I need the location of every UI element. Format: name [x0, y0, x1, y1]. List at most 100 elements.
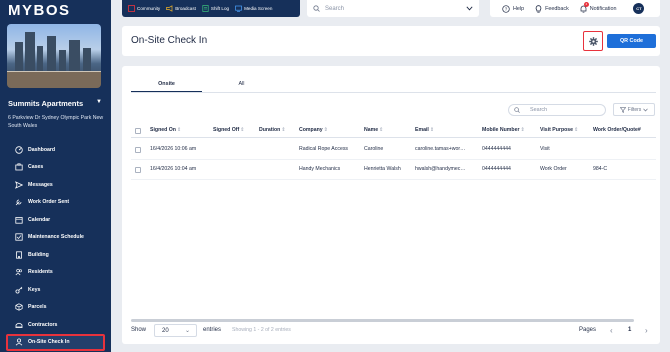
cell-name: Caroline — [364, 146, 384, 152]
sidebar-item-label: Building — [28, 251, 49, 258]
topnav-community[interactable]: Community — [128, 5, 160, 12]
topnav-label: Shift Log — [210, 6, 230, 11]
filters-button[interactable]: Filters — [613, 103, 655, 116]
sidebar-item-label: Work Order Sent — [28, 199, 70, 206]
table-header: Signed On⇕ Signed Off⇕ Duration⇕ Company… — [131, 124, 656, 138]
calendar-icon — [14, 215, 23, 224]
row-checkbox[interactable] — [135, 167, 141, 173]
table-search-input[interactable]: Search — [530, 107, 547, 113]
column-company[interactable]: Company⇕ — [299, 127, 328, 133]
topnav-label: Media Screen — [244, 6, 273, 11]
column-email[interactable]: Email⇕ — [415, 127, 434, 133]
messages-icon — [14, 180, 23, 189]
sidebar: MYBOS Summits Apartments ▼ 6 Parkview Dr… — [0, 0, 111, 352]
sidebar-item-residents[interactable]: Residents — [0, 264, 111, 282]
sidebar-item-maintenance-schedule[interactable]: Maintenance Schedule — [0, 229, 111, 247]
tab-onsite[interactable]: Onsite — [131, 81, 202, 87]
feedback-button[interactable]: Feedback — [535, 4, 569, 13]
column-duration[interactable]: Duration⇕ — [259, 127, 286, 133]
sidebar-item-label: Parcels — [28, 304, 47, 311]
column-signed-on[interactable]: Signed On⇕ — [150, 127, 181, 133]
cell-email: caroline.tamas+wor… — [415, 146, 466, 152]
table-row[interactable]: 16/4/2026 10:06 am Radical Rope Access C… — [131, 140, 656, 160]
notification-label: Notification — [589, 5, 617, 12]
column-work-order[interactable]: Work Order/Quote# — [593, 127, 641, 133]
table-footer: Show 20 ⌄ entries Showing 1 - 2 of 2 ent… — [131, 324, 656, 338]
column-name[interactable]: Name⇕ — [364, 127, 384, 133]
cell-company: Handy Mechanics — [299, 166, 341, 172]
cell-mobile: 0444444444 — [482, 146, 511, 152]
row-checkbox[interactable] — [135, 147, 141, 153]
sidebar-item-building[interactable]: Building — [0, 246, 111, 264]
cell-mobile: 0444444444 — [482, 166, 511, 172]
residents-icon — [14, 268, 23, 277]
topnav-broadcast[interactable]: Broadcast — [166, 5, 196, 12]
current-page[interactable]: 1 — [628, 327, 631, 333]
property-dropdown-icon[interactable]: ▼ — [96, 99, 102, 105]
contractors-icon — [14, 320, 23, 329]
horizontal-scrollbar[interactable] — [131, 319, 634, 322]
page-size-value: 20 — [162, 328, 169, 334]
search-input[interactable]: Search — [325, 6, 466, 12]
sidebar-item-keys[interactable]: Keys — [0, 281, 111, 299]
sidebar-nav: Dashboard Cases Messages Work Order Sent… — [0, 141, 111, 351]
column-mobile-number[interactable]: Mobile Number⇕ — [482, 127, 525, 133]
notification-badge: 4 — [583, 1, 589, 7]
sidebar-item-parcels[interactable]: Parcels — [0, 299, 111, 317]
sidebar-item-label: Residents — [28, 269, 53, 276]
sidebar-item-contractors[interactable]: Contractors — [0, 316, 111, 334]
topnav-media-screen[interactable]: Media Screen — [235, 5, 272, 12]
top-quick-nav: Community Broadcast Shift Log Media Scre… — [122, 0, 300, 17]
property-image — [7, 24, 101, 88]
chevron-down-icon — [643, 108, 649, 112]
top-right-actions: ? Help Feedback 4 Notification CT — [490, 0, 660, 17]
shift-log-icon — [202, 5, 209, 12]
help-icon: ? — [502, 4, 510, 13]
sidebar-item-cases[interactable]: Cases — [0, 159, 111, 177]
sidebar-item-work-order-sent[interactable]: Work Order Sent — [0, 194, 111, 212]
next-page-icon[interactable]: › — [645, 326, 648, 335]
table-row[interactable]: 16/4/2026 10:04 am Handy Mechanics Henri… — [131, 160, 656, 180]
topnav-label: Broadcast — [175, 6, 196, 11]
sidebar-item-calendar[interactable]: Calendar — [0, 211, 111, 229]
cell-visit-purpose: Visit — [540, 146, 550, 152]
community-icon — [128, 5, 135, 12]
broadcast-icon — [166, 5, 173, 12]
column-visit-purpose[interactable]: Visit Purpose⇕ — [540, 127, 578, 133]
sidebar-item-label: Calendar — [28, 216, 51, 223]
sidebar-item-messages[interactable]: Messages — [0, 176, 111, 194]
building-icon — [14, 250, 23, 259]
sidebar-item-dashboard[interactable]: Dashboard — [0, 141, 111, 159]
settings-button[interactable] — [583, 31, 603, 51]
cell-signed-on: 16/4/2026 10:06 am — [150, 146, 197, 152]
property-address: 6 Parkview Dr Sydney Olympic Park New So… — [8, 115, 104, 129]
select-all-checkbox[interactable] — [135, 128, 141, 134]
show-label: Show — [131, 327, 147, 333]
sidebar-item-on-site-check-in[interactable]: On-Site Check In — [6, 333, 105, 351]
user-avatar[interactable]: CT — [633, 3, 645, 14]
page-title: On-Site Check In — [131, 35, 208, 46]
chevron-down-icon[interactable] — [466, 6, 473, 11]
global-search[interactable]: Search — [307, 0, 479, 17]
sidebar-item-label: Cases — [28, 164, 44, 171]
gear-icon — [588, 36, 598, 46]
help-button[interactable]: ? Help — [502, 4, 525, 13]
tab-all[interactable]: All — [205, 81, 278, 87]
cell-work-order: 984-C — [593, 166, 608, 172]
pages-label: Pages — [579, 327, 597, 333]
column-signed-off[interactable]: Signed Off⇕ — [213, 127, 245, 133]
table-search[interactable]: Search — [508, 104, 606, 116]
help-label: Help — [513, 5, 525, 12]
chevron-down-icon: ⌄ — [184, 328, 190, 334]
topnav-shift-log[interactable]: Shift Log — [202, 5, 229, 12]
sidebar-item-label: Contractors — [28, 321, 58, 328]
filter-icon — [619, 106, 626, 113]
prev-page-icon[interactable]: ‹ — [610, 326, 613, 335]
property-name[interactable]: Summits Apartments — [8, 99, 83, 108]
app-logo[interactable]: MYBOS — [8, 2, 71, 19]
notification-button[interactable]: 4 Notification — [580, 1, 617, 13]
lightbulb-icon — [535, 4, 542, 13]
sidebar-item-label: Dashboard — [28, 146, 56, 153]
qr-code-button[interactable]: QR Code — [607, 34, 656, 48]
page-size-select[interactable]: 20 ⌄ — [154, 324, 197, 337]
